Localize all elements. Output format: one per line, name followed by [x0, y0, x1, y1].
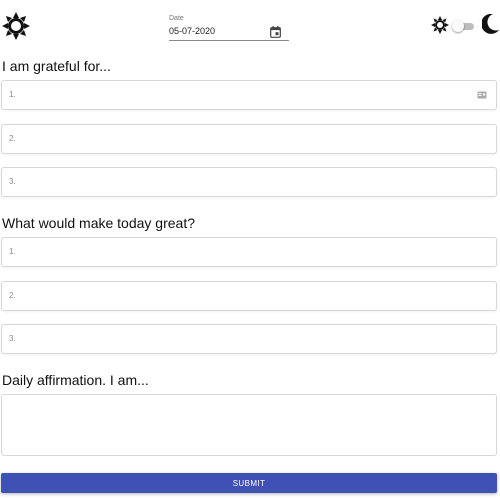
field-placeholder: 2. [9, 291, 16, 300]
date-input[interactable]: 05-07-2020 [169, 24, 289, 41]
date-label: Date [169, 15, 184, 22]
field-placeholder: 3. [9, 334, 16, 343]
contact-card-icon [477, 91, 487, 99]
calendar-icon[interactable] [270, 26, 281, 38]
great-section-title: What would make today great? [2, 215, 195, 231]
field-placeholder: 2. [9, 134, 16, 143]
affirmation-section-title: Daily affirmation. I am... [2, 372, 149, 388]
light-theme-sun-icon [431, 16, 449, 34]
date-value[interactable]: 05-07-2020 [169, 26, 215, 36]
field-placeholder: 3. [9, 177, 16, 186]
submit-button[interactable]: SUBMIT [1, 473, 497, 493]
grateful-field-1[interactable]: 1. [1, 80, 497, 110]
moon-icon [482, 14, 499, 34]
grateful-section-title: I am grateful for... [2, 58, 111, 74]
grateful-field-2[interactable]: 2. [1, 124, 497, 154]
grateful-field-3[interactable]: 3. [1, 167, 497, 197]
great-field-3[interactable]: 3. [1, 324, 497, 354]
field-placeholder: 1. [9, 247, 16, 256]
theme-toggle-thumb[interactable] [452, 20, 464, 32]
field-placeholder: 1. [9, 90, 16, 99]
theme-toggle[interactable] [452, 20, 476, 32]
great-field-1[interactable]: 1. [1, 237, 497, 267]
sun-logo-icon [2, 12, 30, 40]
great-field-2[interactable]: 2. [1, 281, 497, 311]
affirmation-textarea[interactable] [1, 394, 497, 456]
